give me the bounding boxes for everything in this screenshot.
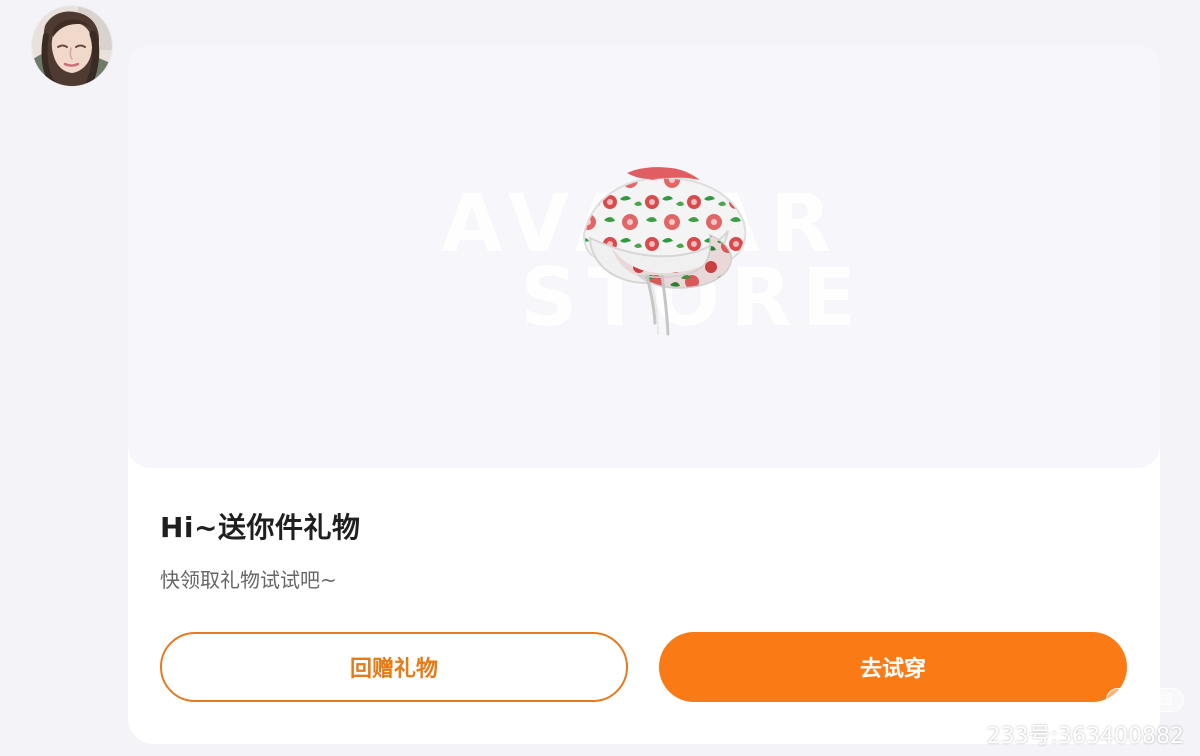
hat-illustration (582, 167, 747, 336)
avatar-image (32, 6, 112, 86)
avatar[interactable] (32, 6, 112, 86)
app-watermark-id: 233号:363400882 (986, 724, 1184, 749)
gift-preview: AVATAR STORE (128, 44, 1160, 468)
app-watermark-badge: 233乐园 (1106, 688, 1184, 712)
hat-icon (558, 150, 758, 360)
gift-title: Hi~送你件礼物 (160, 511, 361, 544)
gift-subtitle: 快领取礼物试试吧~ (160, 568, 337, 592)
gift-card: AVATAR STORE (128, 44, 1160, 744)
return-gift-button[interactable]: 回赠礼物 (160, 632, 628, 702)
try-on-button[interactable]: 去试穿 (659, 632, 1127, 702)
